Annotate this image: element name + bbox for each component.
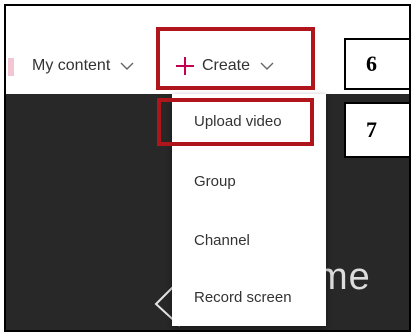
menu-item-label: Group — [194, 172, 236, 190]
menu-item-record-screen[interactable]: Record screen — [172, 282, 326, 312]
chevron-down-icon — [120, 62, 134, 70]
create-highlight-box — [156, 27, 315, 90]
step-number: 7 — [366, 117, 377, 142]
menu-item-label: Record screen — [194, 288, 292, 306]
upload-video-highlight-box — [157, 98, 314, 146]
menu-item-group[interactable]: Group — [172, 166, 326, 196]
screenshot-frame: My content Create me Upload video Group … — [4, 4, 411, 332]
step-number: 6 — [366, 51, 377, 76]
menu-item-channel[interactable]: Channel — [172, 225, 326, 255]
step-callout-7: 7 — [344, 102, 409, 158]
menu-item-label: Channel — [194, 231, 250, 249]
logo-fragment — [8, 58, 14, 76]
step-callout-6: 6 — [344, 38, 409, 90]
my-content-label: My content — [32, 57, 111, 74]
my-content-menu[interactable]: My content — [32, 54, 134, 78]
